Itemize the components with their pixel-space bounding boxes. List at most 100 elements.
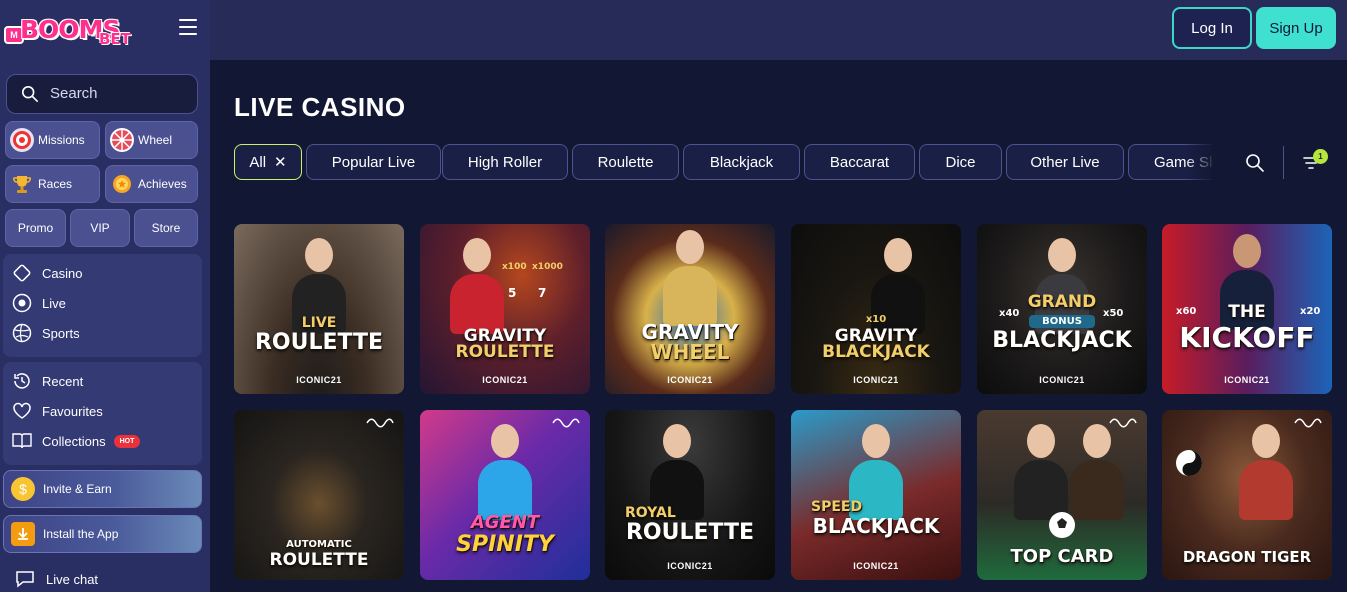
provider-label: ICONIC21 (296, 375, 342, 385)
vip-button[interactable]: VIP (70, 209, 130, 247)
game-card-agent-spinity[interactable]: AGENT SPINITY (420, 410, 590, 580)
game-card-dragon-tiger[interactable]: DRAGON TIGER (1162, 410, 1332, 580)
nav-recent[interactable]: Recent (11, 370, 83, 392)
invite-earn-button[interactable]: $ Invite & Earn (3, 470, 202, 508)
evolution-logo-icon (552, 418, 580, 428)
medal-icon (110, 172, 134, 196)
game-card-gravity-roulette[interactable]: x100 x1000 5 7 GRAVITY ROULETTE ICONIC21 (420, 224, 590, 394)
game-title-line2: SPINITY (456, 532, 554, 557)
provider-label: ICONIC21 (1039, 375, 1085, 385)
toolbar-divider (1283, 146, 1284, 179)
missions-button[interactable]: Missions (5, 121, 100, 159)
live-chat-button[interactable]: Live chat (14, 570, 98, 588)
evolution-logo-icon (1294, 418, 1322, 428)
collection-icon (11, 430, 33, 452)
game-title-line2: ROULETTE (625, 520, 755, 545)
dealer-figure (1239, 420, 1293, 520)
filter-label: Baccarat (829, 153, 890, 171)
money-face-icon: $ (11, 477, 35, 501)
game-title: TOP CARD (1010, 546, 1114, 567)
vip-label: VIP (90, 221, 110, 235)
multiplier-tag: x10 (865, 314, 887, 325)
filter-label: Roulette (597, 153, 654, 171)
races-button[interactable]: Races (5, 165, 100, 203)
store-label: Store (151, 221, 181, 235)
wheel-icon (110, 128, 134, 152)
filter-label: Dice (945, 153, 976, 171)
page-title: LIVE CASINO (234, 92, 406, 122)
game-title-line1: AGENT (470, 512, 540, 533)
nav-sports[interactable]: Sports (11, 322, 80, 344)
close-icon[interactable]: ✕ (274, 153, 287, 171)
chat-icon (16, 571, 34, 588)
multiplier-tag: x1000 (532, 262, 563, 272)
nav-recent-label: Recent (42, 373, 84, 389)
main-nav: Casino Live Sports (3, 254, 202, 357)
game-card-automatic-roulette[interactable]: AUTOMATIC ROULETTE (234, 410, 404, 580)
game-title: DRAGON TIGER (1182, 548, 1312, 566)
game-title-line2: BLACKJACK (992, 328, 1132, 353)
wheel-button[interactable]: Wheel (105, 121, 198, 159)
races-label: Races (38, 177, 73, 191)
sidebar-search[interactable] (6, 74, 198, 114)
signup-button[interactable]: Sign Up (1256, 7, 1336, 49)
nav-collections[interactable]: Collections HOT (11, 430, 141, 452)
game-card-the-kickoff[interactable]: x60 x20 THE KICKOFF ICONIC21 (1162, 224, 1332, 394)
game-card-top-card[interactable]: TOP CARD (977, 410, 1147, 580)
filter-other-live[interactable]: Other Live (1006, 144, 1124, 180)
yin-yang-icon (1176, 450, 1202, 476)
install-label: Install the App (43, 527, 119, 541)
game-card-gravity-wheel[interactable]: GRAVITY WHEEL ICONIC21 (605, 224, 775, 394)
filter-baccarat[interactable]: Baccarat (804, 144, 915, 180)
filter-all[interactable]: All ✕ (234, 144, 302, 180)
promo-label: Promo (17, 221, 54, 235)
filter-label: Blackjack (709, 153, 774, 171)
dealer-figure (1014, 420, 1068, 520)
achieves-label: Achieves (138, 177, 187, 191)
nav-collections-label: Collections (42, 433, 106, 449)
install-app-button[interactable]: Install the App (3, 515, 202, 553)
nav-casino[interactable]: Casino (11, 262, 82, 284)
achieves-button[interactable]: Achieves (105, 165, 198, 203)
number-tag: 7 (538, 286, 547, 300)
nav-live[interactable]: Live (11, 292, 66, 314)
dealer-figure (663, 226, 717, 326)
login-button[interactable]: Log In (1172, 7, 1252, 49)
library-nav: Recent Favourites Collections HOT (3, 362, 202, 465)
site-logo[interactable]: M BOOMS BET (4, 12, 131, 52)
filter-dice[interactable]: Dice (919, 144, 1002, 180)
game-title-line1: LIVE (301, 315, 337, 331)
game-card-live-roulette[interactable]: LIVE ROULETTE ICONIC21 (234, 224, 404, 394)
store-button[interactable]: Store (134, 209, 198, 247)
menu-toggle-icon[interactable] (179, 19, 197, 35)
download-icon (11, 522, 35, 546)
filter-roulette[interactable]: Roulette (572, 144, 679, 180)
nav-favourites-label: Favourites (42, 403, 103, 419)
nav-casino-label: Casino (42, 265, 83, 281)
filter-label: Other Live (1030, 153, 1100, 171)
game-title-line2: BLACKJACK (812, 514, 940, 538)
provider-label: ICONIC21 (667, 561, 713, 571)
filter-high-roller[interactable]: High Roller (442, 144, 568, 180)
game-title-line2: KICKOFF (1179, 321, 1315, 354)
game-card-speed-blackjack[interactable]: SPEED BLACKJACK ICONIC21 (791, 410, 961, 580)
search-icon[interactable] (1245, 153, 1265, 173)
game-title-line2: ROULETTE (455, 342, 555, 362)
sidebar: M BOOMS BET Missions Wheel Races Achieve… (0, 0, 210, 592)
search-input[interactable] (50, 85, 190, 102)
trophy-icon (10, 172, 34, 196)
game-card-royal-roulette[interactable]: ROYAL ROULETTE ICONIC21 (605, 410, 775, 580)
nav-favourites[interactable]: Favourites (11, 400, 103, 422)
game-card-gravity-blackjack[interactable]: x10 GRAVITY BLACKJACK ICONIC21 (791, 224, 961, 394)
provider-label: ICONIC21 (1224, 375, 1270, 385)
hot-badge: HOT (113, 434, 141, 448)
promo-button[interactable]: Promo (5, 209, 66, 247)
filter-popular-live[interactable]: Popular Live (306, 144, 441, 180)
heart-icon (11, 400, 33, 422)
game-card-grand-bonus-blackjack[interactable]: x40 x50 GRAND BONUS BLACKJACK ICONIC21 (977, 224, 1147, 394)
history-icon (11, 370, 33, 392)
number-tag: 5 (508, 286, 517, 300)
filter-blackjack[interactable]: Blackjack (683, 144, 800, 180)
filter-label: Popular Live (331, 153, 416, 171)
logo-suffix: BET (99, 30, 131, 48)
